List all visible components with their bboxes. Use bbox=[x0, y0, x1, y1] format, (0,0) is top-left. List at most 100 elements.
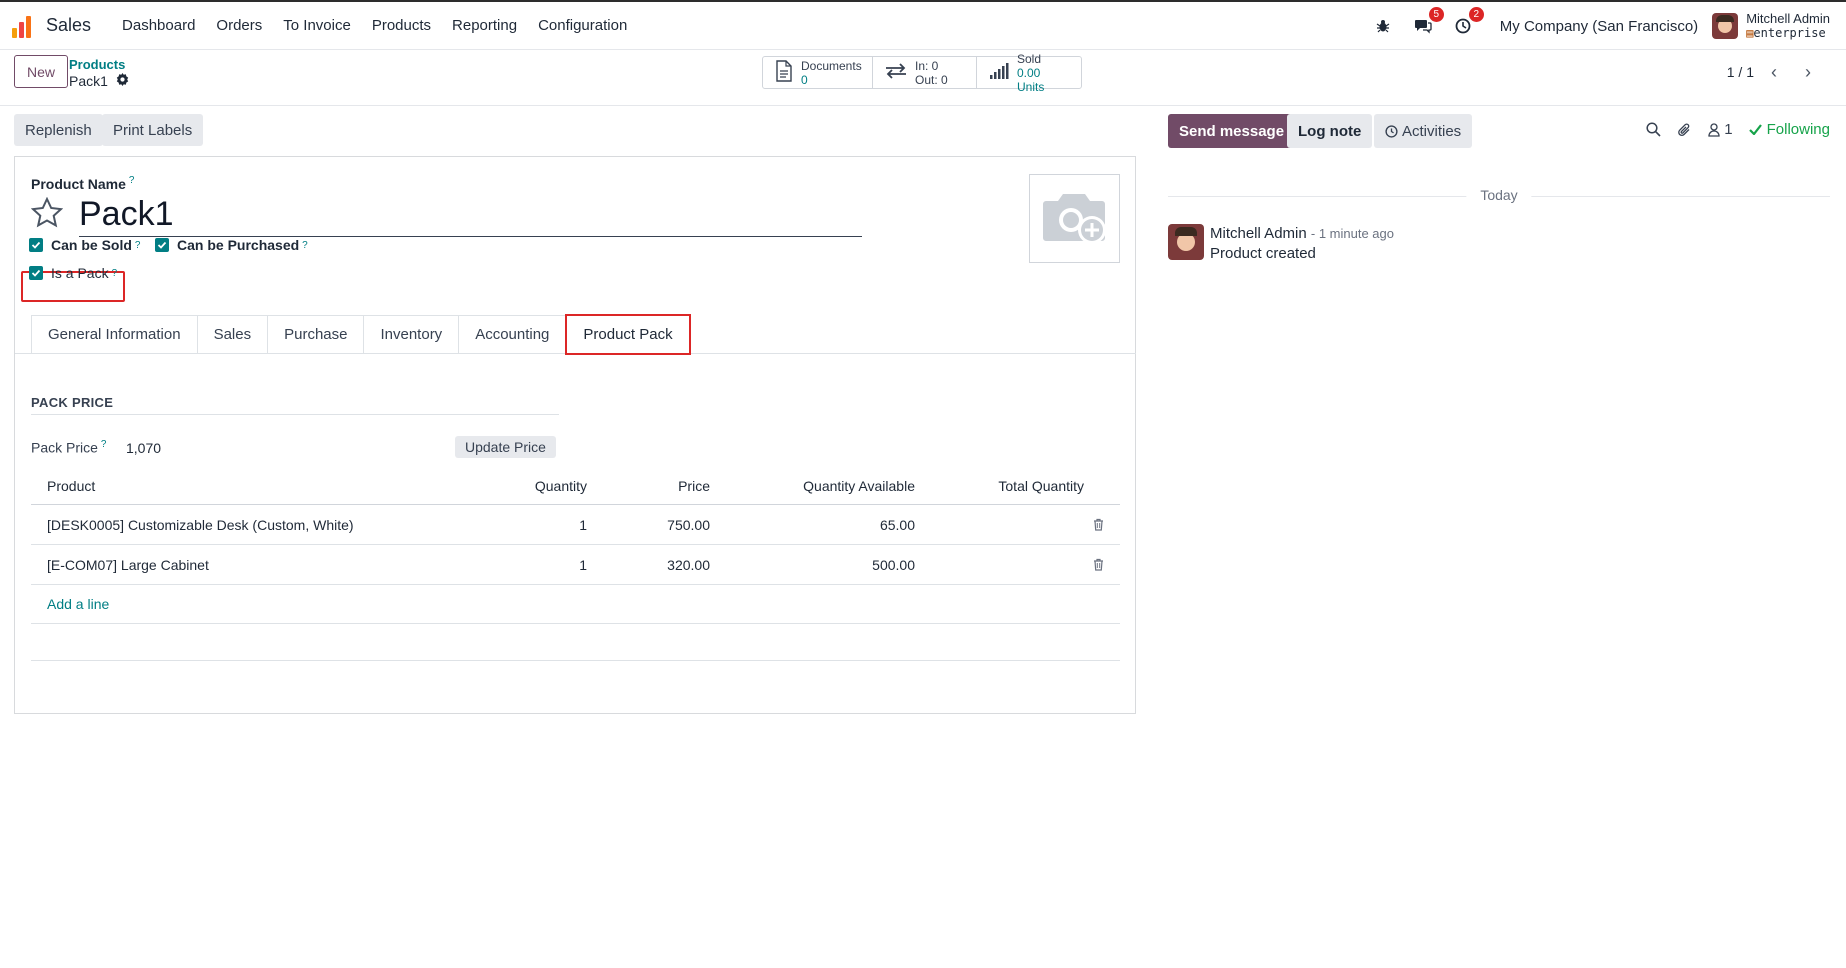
row-product: [E-COM07] Large Cabinet bbox=[47, 556, 209, 573]
row-quantity-available: 500.00 bbox=[872, 556, 915, 573]
pack-price-value: 1,070 bbox=[126, 440, 162, 456]
clock-icon bbox=[1385, 124, 1398, 138]
documents-smart-button[interactable]: Documents 0 bbox=[763, 57, 873, 88]
can-be-purchased-label: Can be Purchased bbox=[177, 237, 300, 253]
followers-count: 1 bbox=[1724, 121, 1733, 138]
gear-icon[interactable] bbox=[116, 73, 129, 89]
pack-lines-table: Product Quantity Price Quantity Availabl… bbox=[31, 468, 1120, 661]
sold-label: Sold bbox=[1017, 51, 1042, 66]
avatar[interactable] bbox=[1168, 224, 1204, 260]
user-menu[interactable]: Mitchell Admin ▤enterprise bbox=[1712, 11, 1830, 41]
menu-configuration[interactable]: Configuration bbox=[538, 17, 627, 34]
header-product[interactable]: Product bbox=[47, 468, 95, 504]
tab-sales[interactable]: Sales bbox=[196, 315, 268, 354]
messages-icon[interactable]: 5 bbox=[1412, 7, 1444, 37]
menu-dashboard[interactable]: Dashboard bbox=[122, 17, 195, 34]
help-tooltip-icon[interactable]: ? bbox=[101, 439, 107, 450]
activities-clock-icon[interactable]: 2 bbox=[1452, 7, 1484, 37]
activities-button[interactable]: Activities bbox=[1374, 114, 1473, 148]
menu-to-invoice[interactable]: To Invoice bbox=[283, 17, 351, 34]
sold-value: 0.00 Units bbox=[1017, 65, 1045, 94]
tab-product-pack[interactable]: Product Pack bbox=[565, 314, 691, 355]
header-quantity-available[interactable]: Quantity Available bbox=[803, 468, 915, 504]
sold-smart-button[interactable]: Sold 0.00 Units bbox=[977, 52, 1081, 94]
user-name: Mitchell Admin bbox=[1746, 11, 1830, 26]
pack-price-label: Pack Price? bbox=[31, 439, 107, 456]
menu-orders[interactable]: Orders bbox=[216, 17, 262, 34]
product-name-input[interactable]: Pack1 bbox=[79, 191, 862, 237]
row-product: [DESK0005] Customizable Desk (Custom, Wh… bbox=[47, 516, 354, 533]
chevron-left-icon[interactable]: ‹ bbox=[1760, 60, 1788, 84]
paperclip-icon[interactable] bbox=[1677, 122, 1692, 138]
row-price: 750.00 bbox=[667, 516, 710, 533]
activities-badge: 2 bbox=[1468, 7, 1484, 22]
out-count: Out: 0 bbox=[915, 72, 948, 87]
help-tooltip-icon[interactable]: ? bbox=[135, 240, 141, 251]
checkbox-checked-icon bbox=[29, 238, 43, 252]
document-icon bbox=[775, 60, 793, 85]
new-button[interactable]: New bbox=[14, 55, 69, 88]
can-be-sold-checkbox[interactable]: Can be Sold? bbox=[29, 237, 140, 253]
row-quantity: 1 bbox=[579, 516, 587, 533]
activities-label: Activities bbox=[1402, 122, 1462, 140]
app-name[interactable]: Sales bbox=[46, 15, 91, 36]
can-be-purchased-checkbox[interactable]: Can be Purchased? bbox=[155, 237, 308, 253]
header-total-quantity[interactable]: Total Quantity bbox=[998, 468, 1084, 504]
checkbox-checked-icon bbox=[155, 238, 169, 252]
is-a-pack-checkbox[interactable]: Is a Pack? bbox=[29, 265, 117, 281]
pager-value[interactable]: 1 / 1 bbox=[1727, 64, 1754, 80]
print-labels-button[interactable]: Print Labels bbox=[102, 114, 204, 146]
favorite-star-icon[interactable] bbox=[30, 196, 64, 229]
trash-icon[interactable] bbox=[1093, 505, 1104, 544]
menu-products[interactable]: Products bbox=[372, 17, 431, 34]
chevron-right-icon[interactable]: › bbox=[1794, 60, 1822, 84]
help-tooltip-icon[interactable]: ? bbox=[302, 240, 308, 251]
in-out-smart-button[interactable]: In: 0 Out: 0 bbox=[873, 57, 977, 88]
help-tooltip-icon[interactable]: ? bbox=[129, 175, 135, 186]
tab-general-information[interactable]: General Information bbox=[31, 315, 197, 354]
sales-app-icon[interactable] bbox=[12, 14, 36, 38]
form-tabs: General Information Sales Purchase Inven… bbox=[31, 314, 691, 355]
tab-accounting[interactable]: Accounting bbox=[458, 315, 566, 354]
messages-badge: 5 bbox=[1428, 7, 1444, 22]
avatar bbox=[1712, 13, 1739, 39]
trash-icon[interactable] bbox=[1093, 545, 1104, 584]
followers-button[interactable]: 1 bbox=[1708, 121, 1733, 138]
header-quantity[interactable]: Quantity bbox=[535, 468, 587, 504]
section-divider bbox=[31, 414, 559, 415]
help-tooltip-icon[interactable]: ? bbox=[112, 268, 118, 279]
message-timestamp: - 1 minute ago bbox=[1310, 226, 1394, 241]
row-price: 320.00 bbox=[667, 556, 710, 573]
in-count: In: 0 bbox=[915, 58, 939, 73]
tab-purchase[interactable]: Purchase bbox=[267, 315, 364, 354]
row-quantity-available: 65.00 bbox=[879, 516, 915, 533]
menu-reporting[interactable]: Reporting bbox=[452, 17, 517, 34]
company-switcher[interactable]: My Company (San Francisco) bbox=[1500, 18, 1698, 35]
can-be-sold-label: Can be Sold bbox=[51, 237, 132, 253]
send-message-button[interactable]: Send message bbox=[1168, 114, 1296, 148]
following-button[interactable]: Following bbox=[1748, 121, 1830, 138]
table-row[interactable]: [E-COM07] Large Cabinet 1 320.00 500.00 bbox=[31, 545, 1120, 585]
breadcrumb-products-link[interactable]: Products bbox=[69, 57, 129, 73]
message-text: Product created bbox=[1210, 245, 1316, 262]
header-price[interactable]: Price bbox=[678, 468, 710, 504]
following-label: Following bbox=[1766, 121, 1830, 138]
breadcrumb: Products Pack1 bbox=[69, 57, 129, 89]
row-quantity: 1 bbox=[579, 556, 587, 573]
tab-inventory[interactable]: Inventory bbox=[363, 315, 459, 354]
add-a-line-link[interactable]: Add a line bbox=[47, 585, 109, 623]
chatter-message: Mitchell Admin - 1 minute ago Product cr… bbox=[1168, 224, 1394, 264]
update-price-button[interactable]: Update Price bbox=[455, 436, 556, 458]
control-panel: New Products Pack1 Documents 0 In: 0 Out… bbox=[0, 50, 1846, 106]
pager: 1 / 1 ‹ › bbox=[1727, 60, 1822, 84]
table-header: Product Quantity Price Quantity Availabl… bbox=[31, 468, 1120, 505]
replenish-button[interactable]: Replenish bbox=[14, 114, 103, 146]
search-icon[interactable] bbox=[1646, 122, 1661, 137]
date-separator: Today bbox=[1168, 187, 1830, 205]
chatter-toolbar: 1 Following bbox=[1630, 121, 1830, 138]
log-note-button[interactable]: Log note bbox=[1287, 114, 1373, 148]
message-author[interactable]: Mitchell Admin bbox=[1210, 225, 1307, 242]
bug-icon[interactable] bbox=[1372, 15, 1394, 37]
table-row[interactable]: [DESK0005] Customizable Desk (Custom, Wh… bbox=[31, 505, 1120, 545]
product-image-upload[interactable] bbox=[1029, 174, 1120, 263]
